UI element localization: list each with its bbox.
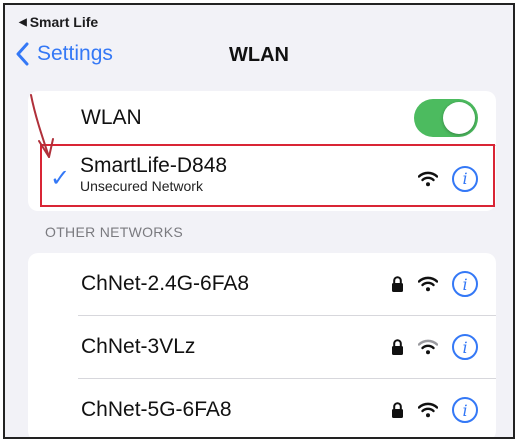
network-row[interactable]: ChNet-5G-6FA8 i (28, 379, 496, 437)
wifi-icon (418, 339, 438, 355)
return-to-app[interactable]: ◀ Smart Life (19, 14, 98, 30)
network-icons: i (391, 397, 478, 423)
screenshot-frame: ◀ Smart Life Settings WLAN WLAN ✓ SmartL… (3, 3, 515, 439)
annotation-arrow-icon (30, 94, 54, 158)
info-icon[interactable]: i (452, 397, 478, 423)
wifi-icon (418, 402, 438, 418)
lock-icon (392, 339, 403, 355)
other-networks-card: ChNet-2.4G-6FA8 i ChNet-3VLz i ChNet-5G-… (28, 253, 496, 437)
network-ssid: ChNet-2.4G-6FA8 (81, 272, 250, 295)
network-icons: i (391, 271, 478, 297)
back-triangle-icon: ◀ (19, 16, 27, 28)
network-icons: i (391, 334, 478, 360)
lock-icon (392, 276, 403, 292)
other-networks-header: OTHER NETWORKS (45, 224, 183, 240)
info-icon[interactable]: i (452, 271, 478, 297)
network-row[interactable]: ChNet-2.4G-6FA8 i (28, 253, 496, 315)
wlan-label: WLAN (81, 106, 142, 129)
wlan-toggle-row: WLAN (28, 91, 496, 145)
network-ssid: ChNet-5G-6FA8 (81, 398, 232, 421)
lock-icon (392, 402, 403, 418)
return-app-label: Smart Life (29, 14, 99, 30)
page-title: WLAN (229, 44, 289, 66)
navigation-bar: Settings WLAN (5, 38, 513, 78)
wifi-icon (418, 276, 438, 292)
wlan-toggle[interactable] (414, 99, 478, 137)
highlight-box (40, 144, 495, 207)
network-ssid: ChNet-3VLz (81, 335, 196, 358)
toggle-knob (443, 102, 475, 134)
info-icon[interactable]: i (452, 334, 478, 360)
network-row[interactable]: ChNet-3VLz i (28, 316, 496, 378)
